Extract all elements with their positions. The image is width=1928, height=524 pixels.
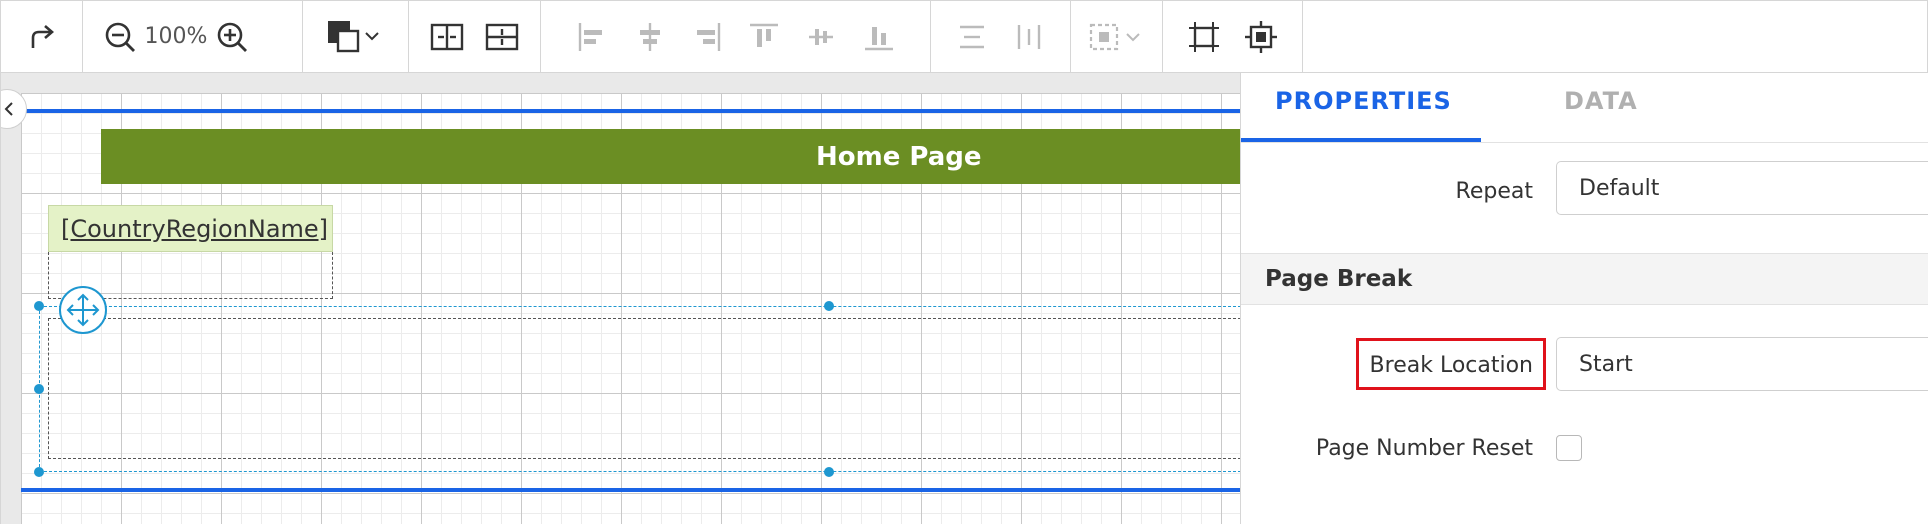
zoom-out-button[interactable] xyxy=(103,1,137,72)
split-horizontal-icon xyxy=(430,23,464,50)
fill-color-dropdown[interactable] xyxy=(326,1,386,72)
toolbar-group-fit xyxy=(1163,1,1303,72)
resize-handle-middle-left[interactable] xyxy=(34,384,44,394)
page-break-section-header[interactable]: Page Break xyxy=(1241,253,1928,305)
page-bottom-margin-line xyxy=(21,488,1240,492)
page-header-band[interactable]: Home Page xyxy=(101,129,1240,184)
split-vertical-icon xyxy=(485,23,519,50)
resize-handle-bottom-left[interactable] xyxy=(34,467,44,477)
split-horizontal-button[interactable] xyxy=(430,1,464,72)
toolbar-group-color xyxy=(303,1,409,72)
align-middle-button[interactable] xyxy=(805,1,837,72)
toolbar-group-select xyxy=(1071,1,1163,72)
toolbar-group-align xyxy=(541,1,931,72)
distribute-horizontal-icon xyxy=(960,25,984,48)
fit-to-page-button[interactable] xyxy=(1187,1,1221,72)
align-left-icon xyxy=(579,22,603,51)
repeat-label: Repeat xyxy=(1455,179,1533,204)
redo-button[interactable] xyxy=(1,1,82,72)
break-location-dropdown-value: Start xyxy=(1579,351,1633,377)
page-number-reset-label: Page Number Reset xyxy=(1315,436,1533,461)
align-left-button[interactable] xyxy=(576,1,608,72)
redo-arrow-icon xyxy=(31,24,54,48)
repeat-dropdown-value: Default xyxy=(1579,175,1660,201)
fit-to-page-icon xyxy=(1188,21,1219,52)
split-vertical-button[interactable] xyxy=(485,1,519,72)
break-location-dropdown[interactable]: Start xyxy=(1556,337,1928,391)
active-tab-indicator xyxy=(1241,138,1481,142)
toolbar-group-zoom: 100% xyxy=(83,1,303,72)
zoom-level[interactable]: 100% xyxy=(137,24,215,49)
toolbar: 100% xyxy=(0,0,1928,73)
tab-properties[interactable]: PROPERTIES xyxy=(1275,87,1452,115)
page-header-title: Home Page xyxy=(816,141,982,172)
resize-handle-top-center[interactable] xyxy=(824,301,834,311)
properties-panel: PROPERTIES DATA Repeat Default Page Brea… xyxy=(1240,73,1928,524)
align-right-icon xyxy=(696,22,721,51)
align-bottom-button[interactable] xyxy=(863,1,895,72)
group-content-area[interactable] xyxy=(48,318,1240,459)
select-frame-icon xyxy=(1089,23,1140,50)
break-location-label: Break Location xyxy=(1369,353,1533,378)
chevron-left-icon xyxy=(4,102,13,116)
toolbar-group-layout xyxy=(409,1,541,72)
align-center-button[interactable] xyxy=(634,1,666,72)
align-top-icon xyxy=(750,23,779,47)
tab-data[interactable]: DATA xyxy=(1564,87,1638,115)
zoom-out-icon xyxy=(105,22,135,52)
panel-tabs: PROPERTIES DATA xyxy=(1241,73,1928,143)
align-top-button[interactable] xyxy=(748,1,780,72)
page-top-margin-line xyxy=(21,109,1240,113)
move-handle[interactable] xyxy=(59,286,107,334)
fit-to-content-button[interactable] xyxy=(1244,1,1278,72)
toolbar-group-distribute xyxy=(931,1,1071,72)
resize-handle-bottom-center[interactable] xyxy=(824,467,834,477)
align-center-icon xyxy=(639,22,660,51)
zoom-in-icon xyxy=(217,22,247,52)
page-number-reset-checkbox[interactable] xyxy=(1556,435,1582,461)
distribute-horizontal-button[interactable] xyxy=(956,1,988,72)
toolbar-group-history xyxy=(1,1,83,72)
country-region-field[interactable]: [CountryRegionName] xyxy=(48,205,333,252)
distribute-vertical-button[interactable] xyxy=(1013,1,1045,72)
zoom-in-button[interactable] xyxy=(215,1,249,72)
page-break-section-title: Page Break xyxy=(1265,266,1413,292)
fit-to-content-icon xyxy=(1245,20,1278,53)
repeat-dropdown[interactable]: Default xyxy=(1556,161,1928,215)
fill-color-icon xyxy=(327,20,379,52)
select-dropdown-button[interactable] xyxy=(1087,1,1147,72)
align-bottom-icon xyxy=(864,26,893,50)
align-middle-icon xyxy=(809,28,834,45)
resize-handle-top-left[interactable] xyxy=(34,301,44,311)
align-right-button[interactable] xyxy=(691,1,723,72)
country-region-field-label: [CountryRegionName] xyxy=(61,214,329,243)
design-canvas[interactable]: Home Page [CountryRegionName] xyxy=(0,73,1240,524)
move-arrows-icon xyxy=(66,293,100,327)
distribute-vertical-icon xyxy=(1017,24,1041,49)
